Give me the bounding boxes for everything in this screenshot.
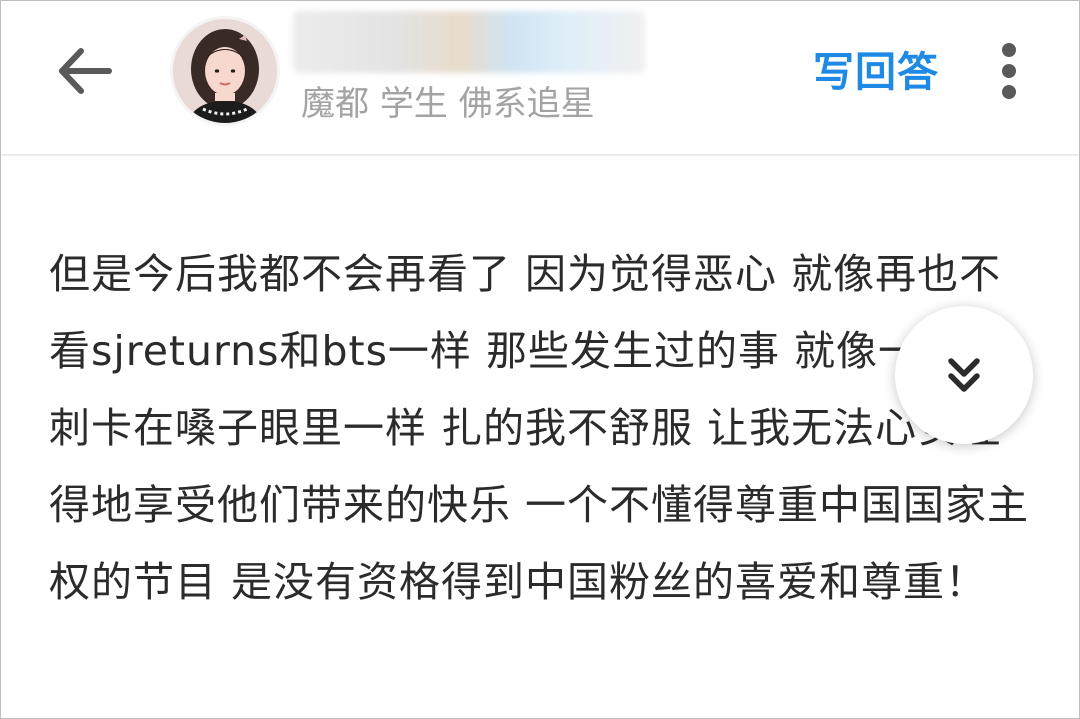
user-tags: 魔都 学生 佛系追星 [301,84,595,124]
write-answer-button[interactable]: 写回答 [813,45,939,99]
more-vertical-icon-dot [1002,64,1016,78]
app-frame: 魔都 学生 佛系追星 写回答 但是今后我都不会再看了 因为觉得恶心 就像再也不看… [0,0,1080,719]
back-button[interactable] [53,39,117,103]
scroll-down-button[interactable] [895,306,1033,444]
avatar[interactable] [173,19,277,123]
answer-text: 但是今后我都不会再看了 因为觉得恶心 就像再也不看sjreturns和bts一样… [49,250,1030,606]
more-vertical-icon-dot [1002,85,1016,99]
top-bar: 魔都 学生 佛系追星 写回答 [1,1,1079,156]
back-arrow-icon [59,48,112,94]
user-avatar-image [173,19,277,123]
more-options-button[interactable] [989,41,1029,101]
username-blurred [293,11,645,73]
double-chevron-down-icon [948,358,980,392]
more-vertical-icon [1002,43,1016,57]
